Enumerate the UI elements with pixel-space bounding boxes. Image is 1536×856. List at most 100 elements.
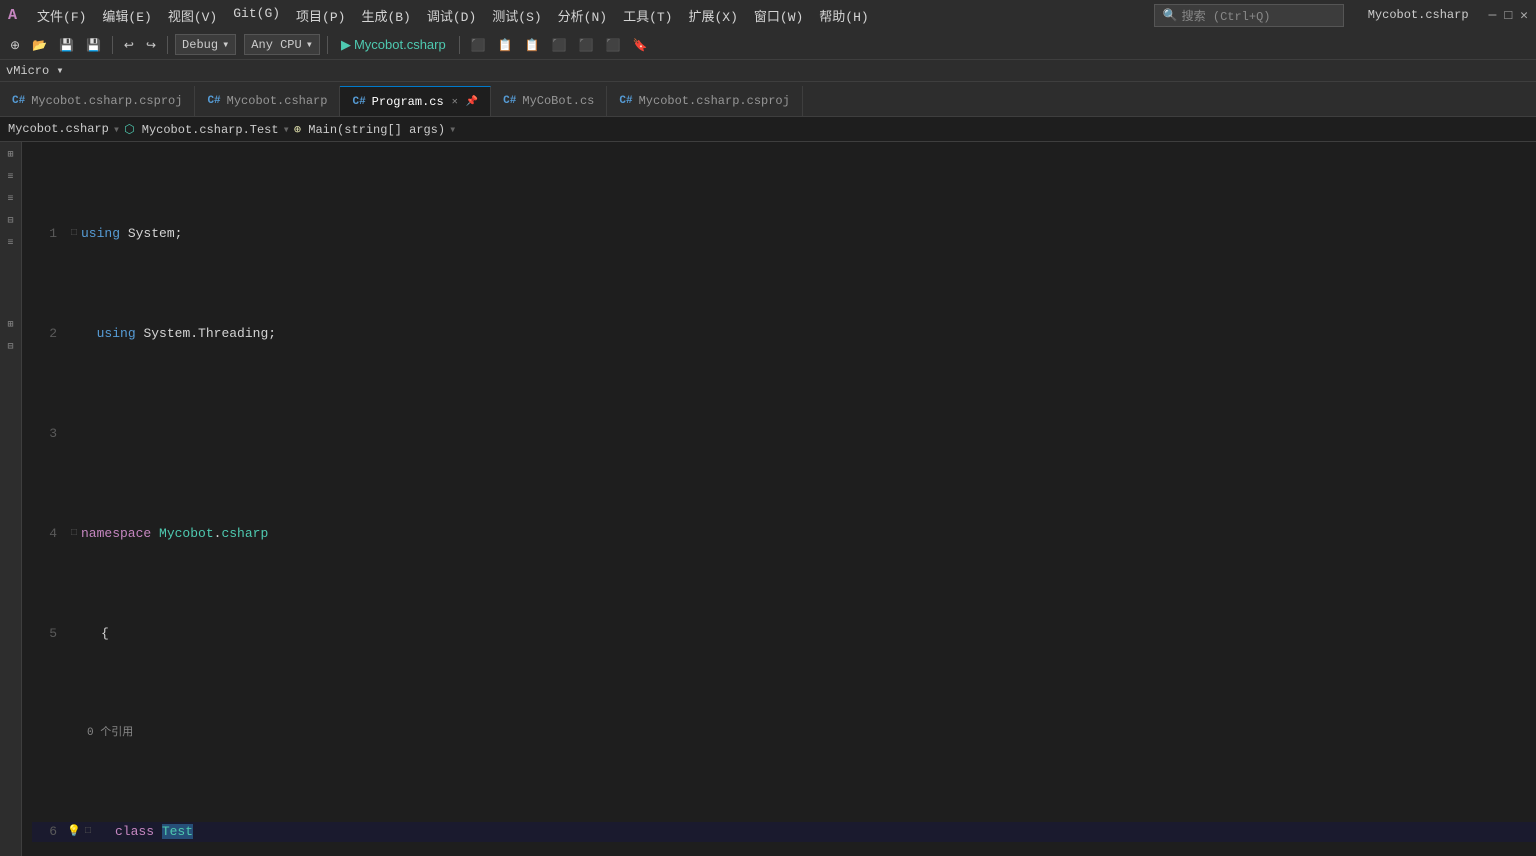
side-icon-5[interactable]: ≡: [2, 234, 20, 252]
lc-5[interactable]: {: [81, 624, 1536, 644]
toolbar-btn4[interactable]: ⬛: [548, 36, 571, 54]
save-btn[interactable]: 💾: [55, 36, 78, 54]
ln-5: 5: [32, 624, 67, 644]
ns-label: Mycobot.csharp.Test: [142, 123, 279, 137]
menu-tools[interactable]: 工具(T): [615, 4, 680, 27]
tab-mycobot[interactable]: C# Mycobot.csharp: [195, 86, 340, 116]
code-editor[interactable]: 1 □ using System; 2 using System.Threadi…: [22, 142, 1536, 856]
tabs: C# Mycobot.csharp.csproj C# Mycobot.csha…: [0, 82, 1536, 117]
menu-debug[interactable]: 调试(D): [419, 4, 484, 27]
lc-4[interactable]: namespace Mycobot.csharp: [81, 524, 1536, 544]
open-btn[interactable]: 📂: [28, 36, 51, 54]
sep2: [167, 36, 168, 54]
method-label: Main(string[] args): [308, 123, 445, 137]
tab-close-3[interactable]: ✕: [450, 95, 460, 109]
search-placeholder: 搜索 (Ctrl+Q): [1182, 7, 1271, 24]
sep1: [112, 36, 113, 54]
breadcrumb-file[interactable]: Mycobot.csharp: [8, 122, 109, 136]
minimize-icon[interactable]: ─: [1489, 8, 1497, 23]
menu-window[interactable]: 窗口(W): [746, 4, 811, 27]
toolbar-btn3[interactable]: 📋: [521, 36, 544, 54]
tab-label-4: MyCoBot.cs: [522, 94, 594, 108]
collapse-4[interactable]: □: [67, 524, 81, 544]
breadcrumb-sep3: ▾: [449, 122, 456, 137]
side-icon-4[interactable]: ⊟: [2, 212, 20, 230]
side-icon-2[interactable]: ≡: [2, 168, 20, 186]
debug-dropdown[interactable]: Debug ▾: [175, 34, 236, 55]
menu-test[interactable]: 测试(S): [484, 4, 549, 27]
tab-icon-3: C#: [352, 96, 365, 108]
vs-logo: A: [8, 7, 17, 24]
breadcrumb-method[interactable]: ⊕ Main(string[] args): [294, 122, 445, 137]
collapse-6[interactable]: □: [81, 822, 95, 842]
toolbar: ⊕ 📂 💾 💾 ↩ ↪ Debug ▾ Any CPU ▾ ▶ Mycobot.…: [0, 30, 1536, 60]
ns-icon: ⬡: [124, 123, 134, 137]
ln-2: 2: [32, 324, 67, 344]
breadcrumb-sep2: ▾: [283, 122, 290, 137]
menu-project[interactable]: 项目(P): [288, 4, 353, 27]
side-icon-7[interactable]: ⊟: [2, 338, 20, 356]
menu-extensions[interactable]: 扩展(X): [680, 4, 745, 27]
toolbar-btn1[interactable]: ⬛: [467, 36, 490, 54]
toolbar2: vMicro ▾: [0, 60, 1536, 82]
menu-analyze[interactable]: 分析(N): [550, 4, 615, 27]
sep3: [327, 36, 328, 54]
search-box[interactable]: 🔍 搜索 (Ctrl+Q): [1154, 4, 1344, 27]
undo-btn[interactable]: ↩: [120, 36, 138, 54]
side-icons: ⊞ ≡ ≡ ⊟ ≡ ⊞ ⊟: [0, 142, 22, 856]
code-line-6: 6 💡 □ class Test: [32, 822, 1536, 842]
tab-csproj1[interactable]: C# Mycobot.csharp.csproj: [0, 86, 195, 116]
method-icon: ⊕: [294, 123, 301, 137]
toolbar-btn6[interactable]: ⬛: [601, 36, 624, 54]
side-icon-1[interactable]: ⊞: [2, 146, 20, 164]
side-icon-6[interactable]: ⊞: [2, 316, 20, 334]
toolbar-btn2[interactable]: 📋: [494, 36, 517, 54]
bulb-icon[interactable]: 💡: [67, 822, 81, 842]
save-all-btn[interactable]: 💾: [82, 36, 105, 54]
toolbar-btn5[interactable]: ⬛: [575, 36, 598, 54]
ln-3: 3: [32, 424, 67, 444]
search-icon: 🔍: [1163, 8, 1178, 23]
cpu-label: Any CPU: [251, 38, 301, 52]
tab-mycobot-cs[interactable]: C# MyCoBot.cs: [491, 86, 607, 116]
collapse-1[interactable]: □: [67, 224, 81, 244]
menu-view[interactable]: 视图(V): [160, 4, 225, 27]
menu-build[interactable]: 生成(B): [353, 4, 418, 27]
ref-row-class: 0 个引用: [32, 724, 1536, 742]
run-btn[interactable]: ▶ Mycobot.csharp: [335, 35, 452, 55]
run-icon: ▶: [341, 37, 351, 53]
side-icon-3[interactable]: ≡: [2, 190, 20, 208]
cpu-dropdown-icon: ▾: [306, 37, 313, 52]
lc-6[interactable]: class Test: [95, 822, 1536, 842]
tab-programcs[interactable]: C# Program.cs ✕ 📌: [340, 86, 491, 116]
menu-git[interactable]: Git(G): [225, 4, 288, 27]
cpu-dropdown[interactable]: Any CPU ▾: [244, 34, 320, 55]
tab-csproj2[interactable]: C# Mycobot.csharp.csproj: [607, 86, 802, 116]
lc-2[interactable]: using System.Threading;: [81, 324, 1536, 344]
tab-icon-4: C#: [503, 95, 516, 107]
code-line-4: 4 □ namespace Mycobot.csharp: [32, 524, 1536, 544]
menu-file[interactable]: 文件(F): [29, 4, 94, 27]
menu-help[interactable]: 帮助(H): [811, 4, 876, 27]
menu-edit[interactable]: 编辑(E): [94, 4, 159, 27]
code-area[interactable]: 1 □ using System; 2 using System.Threadi…: [22, 142, 1536, 856]
tab-label-2: Mycobot.csharp: [227, 94, 328, 108]
bookmark-btn[interactable]: 🔖: [628, 36, 651, 54]
ln-1: 1: [32, 224, 67, 244]
close-icon[interactable]: ✕: [1520, 8, 1528, 23]
code-lines: 1 □ using System; 2 using System.Threadi…: [22, 142, 1536, 856]
window-controls: ─ □ ✕: [1489, 8, 1528, 23]
lc-1[interactable]: using System;: [81, 224, 1536, 244]
vmicro-label[interactable]: vMicro ▾: [6, 63, 64, 78]
breadcrumb: Mycobot.csharp ▾ ⬡ Mycobot.csharp.Test ▾…: [0, 117, 1536, 142]
redo-btn[interactable]: ↪: [142, 36, 160, 54]
sep4: [459, 36, 460, 54]
new-btn[interactable]: ⊕: [6, 36, 24, 54]
breadcrumb-ns[interactable]: ⬡ Mycobot.csharp.Test: [124, 122, 279, 137]
menu-bar: 文件(F) 编辑(E) 视图(V) Git(G) 项目(P) 生成(B) 调试(…: [29, 4, 877, 27]
maximize-icon[interactable]: □: [1504, 8, 1512, 23]
breadcrumb-sep1: ▾: [113, 122, 120, 137]
tab-label-5: Mycobot.csharp.csproj: [639, 94, 790, 108]
run-label: Mycobot.csharp: [354, 37, 446, 52]
tab-icon-1: C#: [12, 95, 25, 107]
